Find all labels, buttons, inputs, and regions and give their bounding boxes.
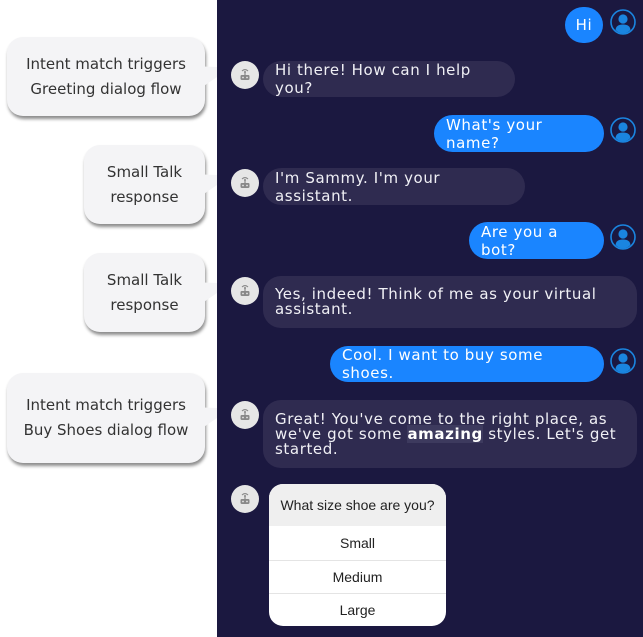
option-small-button[interactable]: Small — [269, 526, 446, 560]
user-avatar-icon — [610, 348, 636, 374]
callout-text: Small Talk response — [106, 162, 183, 206]
option-medium-button[interactable]: Medium — [269, 559, 446, 594]
robot-icon — [231, 61, 259, 89]
bot-message: Hi there! How can I help you? — [263, 61, 515, 97]
user-message: What's your name? — [434, 115, 604, 152]
callout-greeting-flow: Intent match triggers Greeting dialog fl… — [7, 37, 205, 116]
robot-icon — [231, 277, 259, 305]
user-message: Are you a bot? — [469, 222, 604, 259]
robot-icon — [231, 485, 259, 513]
shoe-size-card: What size shoe are you? Small Medium Lar… — [269, 484, 446, 626]
message-text: What's your name? — [446, 115, 543, 152]
callout-text: Intent match triggers Buy Shoes dialog f… — [23, 396, 189, 439]
callout-text: Intent match triggers Greeting dialog fl… — [26, 54, 186, 98]
robot-icon — [231, 169, 259, 197]
message-text: Hi there! How can I help you? — [275, 61, 471, 97]
message-text: Hi — [575, 16, 593, 34]
callout-buy-shoes-flow: Intent match triggers Buy Shoes dialog f… — [7, 373, 205, 463]
robot-icon — [231, 401, 259, 429]
user-avatar-icon — [610, 224, 636, 250]
user-message: Cool. I want to buy some shoes. — [330, 346, 604, 382]
card-title: What size shoe are you? — [269, 484, 446, 526]
bot-message: Yes, indeed! Think of me as your virtual… — [263, 276, 637, 328]
message-text: Great! You've come to the right place, a… — [275, 411, 625, 457]
user-avatar-icon — [610, 117, 636, 143]
user-avatar-icon — [610, 9, 636, 35]
message-text: I'm Sammy. I'm your assistant. — [275, 168, 441, 205]
bot-message: Great! You've come to the right place, a… — [263, 400, 637, 468]
bot-message: I'm Sammy. I'm your assistant. — [263, 168, 525, 205]
callout-small-talk: Small Talk response — [84, 145, 205, 224]
callout-small-talk: Small Talk response — [84, 253, 205, 332]
message-text: Are you a bot? — [481, 222, 559, 259]
option-large-button[interactable]: Large — [269, 593, 446, 626]
callout-text: Small Talk response — [106, 270, 183, 314]
user-message: Hi — [565, 7, 603, 43]
message-text: Cool. I want to buy some shoes. — [342, 346, 544, 382]
highlighted-word: amazing — [407, 424, 483, 443]
message-text: Yes, indeed! Think of me as your virtual… — [275, 285, 597, 318]
